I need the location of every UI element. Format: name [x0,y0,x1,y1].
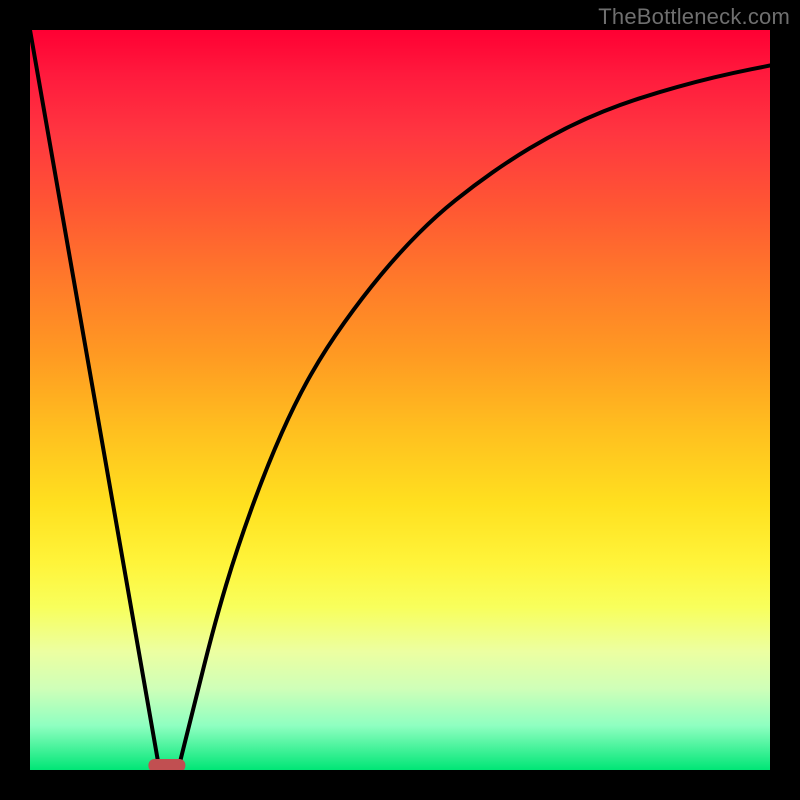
plot-svg [30,30,770,770]
chart-frame: TheBottleneck.com [0,0,800,800]
right-branch-curve [178,66,770,770]
bottleneck-marker [148,759,185,770]
plot-area [30,30,770,770]
watermark-text: TheBottleneck.com [598,4,790,30]
left-branch-curve [30,30,160,770]
